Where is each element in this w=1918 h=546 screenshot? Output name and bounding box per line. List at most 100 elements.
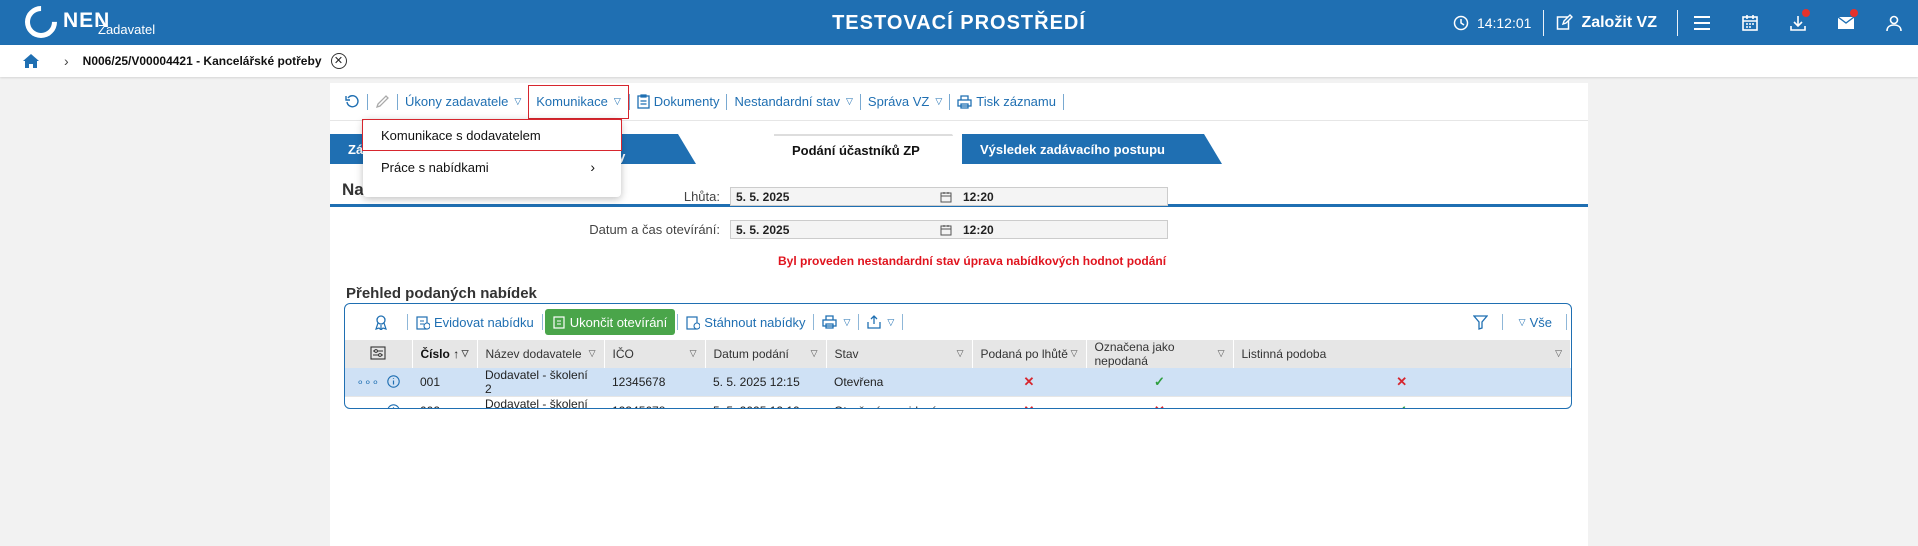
action-toolbar: Úkony zadavatele ▽ Komunikace ▽ Dokumenty … xyxy=(330,83,1588,121)
evidovat-nabidku-button[interactable]: Evidovat nabídku xyxy=(410,309,540,335)
create-vz-label: Založit VZ xyxy=(1581,13,1657,31)
column-header-stav[interactable]: Stav ▽ xyxy=(826,340,973,368)
triangle-down-icon: ▽ xyxy=(1555,348,1562,358)
offers-title: Přehled podaných nabídek xyxy=(346,285,537,302)
menu-item-label: Komunikace s dodavatelem xyxy=(381,127,541,143)
column-label: Název dodavatele xyxy=(485,347,582,361)
menu-dokumenty[interactable]: Dokumenty xyxy=(630,85,727,119)
column-label: Listinná podoba xyxy=(1241,347,1327,361)
menu-label: Komunikace xyxy=(536,94,608,109)
column-header-cislo[interactable]: Číslo ↑ ▽ xyxy=(412,340,478,368)
column-header-listinna[interactable]: Listinná podoba ▽ xyxy=(1233,340,1571,368)
view-filter-all[interactable]: ▽ Vše xyxy=(1511,309,1558,335)
more-options-icon[interactable]: ∘∘∘ xyxy=(357,404,380,408)
calendar-icon[interactable] xyxy=(1726,0,1774,45)
refresh-icon[interactable] xyxy=(338,85,367,119)
menu-item-komunikace-s-dodavatelem[interactable]: Komunikace s dodavatelem xyxy=(362,119,622,151)
divider xyxy=(902,314,904,330)
breadcrumb: › N006/25/V00004421 - Kancelářské potřeb… xyxy=(0,45,1918,77)
column-header-nepodana[interactable]: Označena jako nepodaná ▽ xyxy=(1086,340,1234,368)
document-icon xyxy=(637,94,650,109)
komunikace-dropdown: Komunikace s dodavatelem Práce s nabídka… xyxy=(362,119,622,197)
create-vz-button[interactable]: Založit VZ xyxy=(1544,14,1677,32)
ukoncit-otevirani-button[interactable]: Ukončit otevírání xyxy=(544,309,676,335)
print-menu[interactable]: ▽ xyxy=(816,309,856,335)
close-icon[interactable]: ✕ xyxy=(330,53,347,69)
edit-icon xyxy=(1557,14,1574,30)
divider xyxy=(628,93,630,110)
divider xyxy=(858,314,860,330)
notification-dot xyxy=(1850,9,1858,17)
menu-item-prace-s-nabidkami[interactable]: Práce s nabídkami › xyxy=(363,151,621,183)
home-icon[interactable] xyxy=(22,53,40,69)
session-clock: 14:12:01 xyxy=(1453,14,1532,31)
column-label: Stav xyxy=(834,347,859,361)
column-header-po-lhute[interactable]: Podaná po lhůtě ▽ xyxy=(972,340,1087,368)
cell-datum: 5. 5. 2025 12:19 xyxy=(705,396,826,408)
column-header-ico[interactable]: IČO ▽ xyxy=(604,340,706,368)
filter-icon[interactable] xyxy=(1467,309,1494,335)
menu-icon[interactable] xyxy=(1678,0,1726,45)
table-header-row: Číslo ↑ ▽ Název dodavatele ▽ IČO ▽ Datum po… xyxy=(345,340,1571,368)
column-label: Datum podání xyxy=(713,347,789,361)
divider xyxy=(397,93,398,110)
menu-tisk-zaznamu[interactable]: Tisk záznamu xyxy=(950,85,1063,119)
cross-icon: ✕ xyxy=(1396,374,1408,389)
sort-arrow-up-icon: ↑ xyxy=(453,347,460,361)
cross-icon: ✕ xyxy=(1024,403,1035,408)
menu-komunikace[interactable]: Komunikace ▽ xyxy=(528,84,629,119)
clock-time: 14:12:01 xyxy=(1476,14,1532,31)
lhuta-time: 12:20 xyxy=(963,189,994,204)
breadcrumb-title[interactable]: N006/25/V00004421 - Kancelářské potřeby xyxy=(83,54,322,68)
column-header-datum[interactable]: Datum podání ▽ xyxy=(705,340,827,368)
edit-icon[interactable] xyxy=(368,85,397,119)
export-icon xyxy=(867,315,882,329)
menu-label: Úkony zadavatele xyxy=(405,94,509,109)
menu-item-label: Práce s nabídkami xyxy=(381,159,489,175)
check-icon: ✓ xyxy=(1154,374,1165,389)
cell-stav: Otevřena xyxy=(826,368,972,397)
menu-label: Nestandardní stav xyxy=(734,94,840,109)
user-icon[interactable] xyxy=(1870,0,1918,45)
divider xyxy=(1062,93,1064,110)
button-label: Stáhnout nabídky xyxy=(704,314,806,330)
menu-ukony-zadavatele[interactable]: Úkony zadavatele ▽ xyxy=(398,85,528,119)
more-options-icon[interactable]: ∘∘∘ xyxy=(357,375,380,389)
chevron-right-icon: › xyxy=(590,159,595,175)
triangle-down-icon: ▽ xyxy=(956,348,964,358)
tab-podani-ucastniku[interactable]: Podání účastníků ZP xyxy=(774,134,970,164)
export-menu[interactable]: ▽ xyxy=(861,309,900,335)
row-actions: ∘∘∘ xyxy=(345,368,412,397)
mail-icon[interactable] xyxy=(1822,0,1870,45)
stahnout-nabidky-button[interactable]: Stáhnout nabídky xyxy=(680,309,811,335)
table-row[interactable]: ∘∘∘ 001 Dodavatel - školení 2 12345678 5… xyxy=(345,368,1571,397)
otevirani-row: Datum a čas otevírání: 5. 5. 2025 12:20 xyxy=(330,220,1168,239)
column-settings-icon[interactable] xyxy=(345,340,413,368)
divider xyxy=(1566,314,1567,330)
triangle-down-icon: ▽ xyxy=(1070,348,1078,358)
divider xyxy=(541,314,543,330)
triangle-down-icon: ▽ xyxy=(1518,316,1526,327)
info-icon[interactable] xyxy=(387,375,401,388)
tab-vysledek[interactable]: Výsledek zadávacího postupu xyxy=(962,134,1222,164)
column-label: Označena jako nepodaná xyxy=(1094,340,1175,368)
divider xyxy=(949,93,951,110)
download-icon[interactable] xyxy=(1774,0,1822,45)
column-header-nazev[interactable]: Název dodavatele ▽ xyxy=(477,340,605,368)
table-row[interactable]: ∘∘∘ 002 Dodavatel - školení 2 12345678 5… xyxy=(345,396,1571,409)
cell-nepodana: ✓ xyxy=(1086,368,1233,397)
offers-table: Číslo ↑ ▽ Název dodavatele ▽ IČO ▽ Datum po… xyxy=(345,340,1571,409)
calendar-icon xyxy=(940,191,952,202)
menu-nestandardni-stav[interactable]: Nestandardní stav ▽ xyxy=(727,85,859,119)
row-actions: ∘∘∘ xyxy=(345,396,412,409)
print-icon xyxy=(822,315,838,329)
info-icon[interactable] xyxy=(387,404,400,409)
cross-icon: ✕ xyxy=(1154,403,1165,408)
menu-label: Dokumenty xyxy=(653,94,720,109)
tab-label: Podání účastníků ZP xyxy=(792,142,920,158)
menu-sprava-vz[interactable]: Správa VZ ▽ xyxy=(861,85,949,119)
column-label: Podaná po lhůtě xyxy=(980,347,1068,361)
menu-label: Správa VZ xyxy=(867,94,930,109)
award-icon[interactable] xyxy=(367,309,395,335)
cell-po-lhute: ✕ xyxy=(972,396,1086,408)
